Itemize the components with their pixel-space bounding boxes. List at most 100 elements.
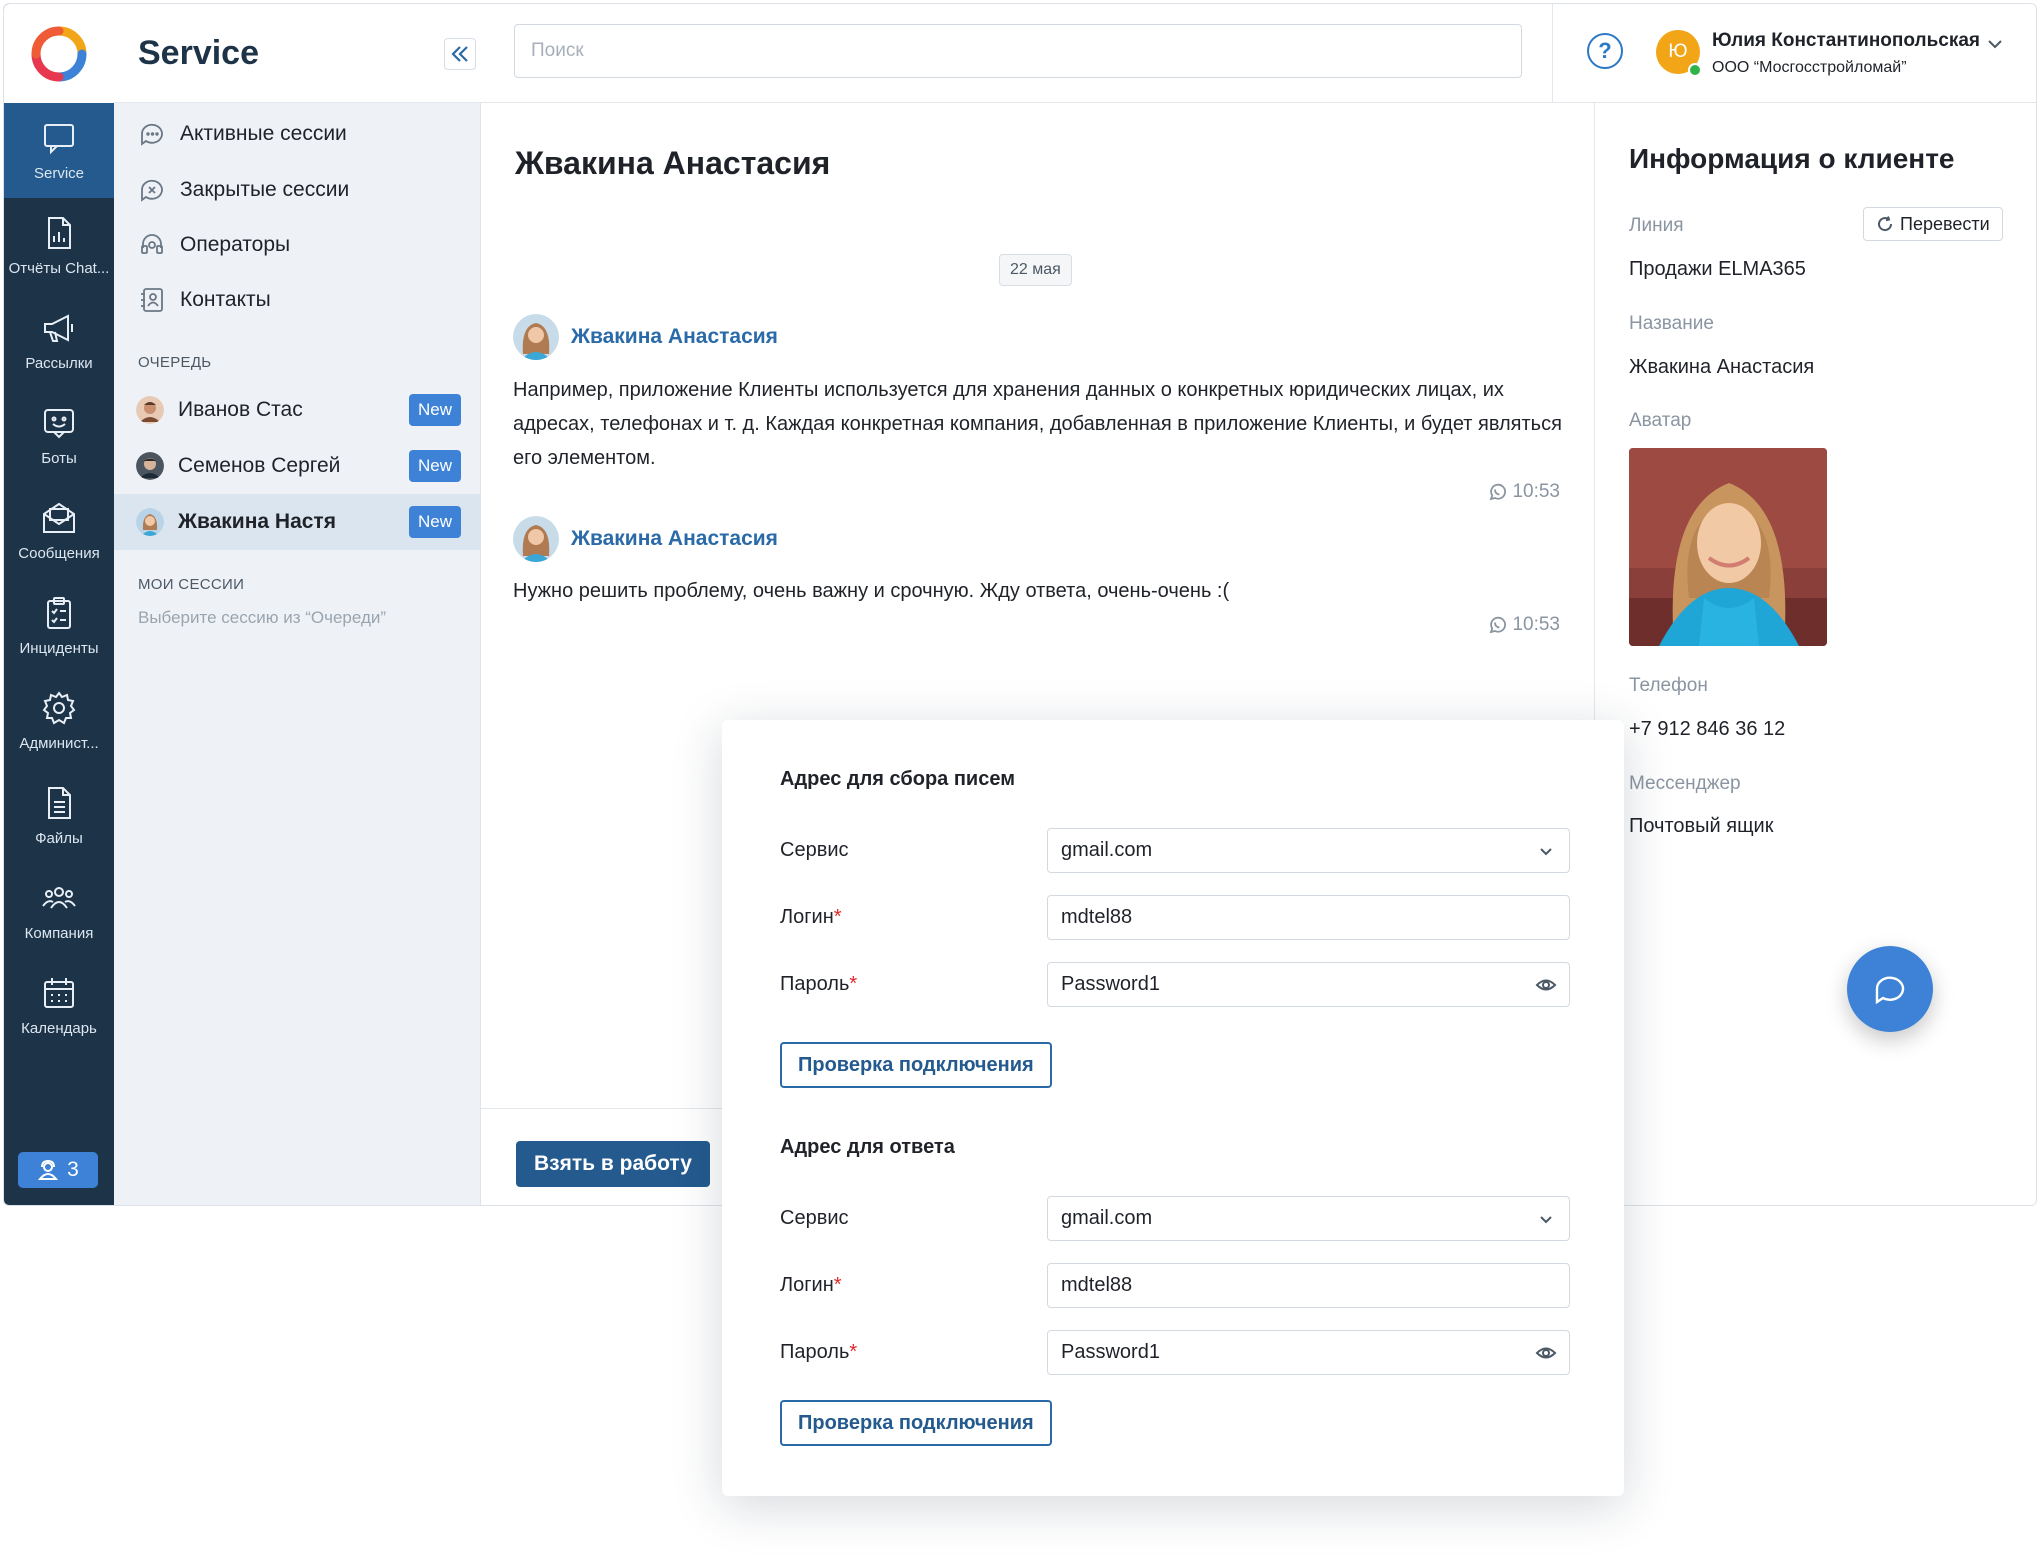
client-info-title: Информация о клиенте (1629, 143, 1955, 174)
app-logo[interactable] (4, 4, 114, 103)
search-input[interactable] (514, 24, 1522, 78)
outgoing-login-field[interactable]: mdtel88 (1047, 1263, 1570, 1308)
outgoing-login-label: Логин* (780, 1274, 842, 1297)
logo-icon (31, 26, 87, 81)
queue-item[interactable]: Иванов Стас New (114, 382, 481, 438)
rail-item-mailings[interactable]: Рассылки (4, 293, 114, 388)
input-value: Password1 (1061, 1341, 1160, 1363)
chat-bubble-icon (1875, 976, 1905, 1005)
line-value: Продажи ELMA365 (1629, 258, 1806, 280)
mail-settings-card: Адрес для сбора писем Сервис gmail.com Л… (722, 720, 1624, 1496)
eye-icon[interactable] (1535, 1342, 1557, 1364)
bot-icon (44, 409, 74, 439)
megaphone-icon (44, 314, 73, 342)
incoming-service-select[interactable]: gmail.com (1047, 828, 1570, 873)
input-value: mdtel88 (1061, 906, 1133, 928)
new-badge: New (408, 394, 461, 426)
avatar (136, 452, 164, 480)
nav-closed-sessions[interactable]: Закрытые сессии (138, 170, 349, 210)
sidebar-header: Service (114, 4, 481, 103)
message-author[interactable]: Жвакина Анастасия (571, 527, 778, 551)
input-value: Password1 (1061, 973, 1160, 995)
chevron-down-icon[interactable] (1985, 34, 2005, 54)
floating-chat-button[interactable] (1847, 946, 1933, 1032)
label-text: Пароль (780, 1341, 850, 1363)
client-photo (1629, 448, 1827, 646)
service-sidebar: Service Активные сессии Закрытые сессии … (114, 4, 481, 1205)
message-time-value: 10:53 (1512, 481, 1560, 502)
chat-closed-icon (141, 179, 163, 202)
nav-label: Закрытые сессии (180, 178, 350, 201)
chat-title: Жвакина Анастасия (515, 145, 831, 181)
avatar (136, 396, 164, 424)
message-author[interactable]: Жвакина Анастасия (571, 325, 778, 349)
check-connection-button[interactable]: Проверка подключения (780, 1400, 1052, 1446)
rail-item-label: Инциденты (19, 640, 99, 657)
operators-count: 3 (67, 1158, 79, 1181)
phone-label: Телефон (1629, 675, 1708, 696)
rail-item-label: Админист... (19, 735, 99, 752)
message-time: 10:53 (1488, 614, 1560, 636)
nav-active-sessions[interactable]: Активные сессии (138, 114, 347, 154)
rail-item-reports[interactable]: Отчёты Chat... (4, 198, 114, 293)
take-to-work-button[interactable]: Взять в работу (516, 1141, 710, 1187)
incoming-login-label: Логин* (780, 906, 842, 929)
eye-icon[interactable] (1535, 974, 1557, 996)
messenger-label: Мессенджер (1629, 773, 1741, 794)
help-icon[interactable]: ? (1587, 33, 1623, 69)
check-connection-button[interactable]: Проверка подключения (780, 1042, 1052, 1088)
message-text: Нужно решить проблему, очень важну и сро… (513, 580, 1230, 602)
incoming-password-label: Пароль* (780, 973, 857, 996)
collapse-sidebar-button[interactable] (444, 38, 476, 70)
rail-item-label: Рассылки (25, 355, 93, 372)
rail-item-admin[interactable]: Админист... (4, 673, 114, 768)
operators-online-badge[interactable]: 3 (18, 1152, 98, 1188)
rail-item-service[interactable]: Service (4, 103, 114, 198)
client-info-panel: Информация о клиенте Линия Перевести Про… (1594, 103, 2036, 1205)
nav-operators[interactable]: Операторы (138, 225, 290, 265)
input-value: mdtel88 (1061, 1274, 1133, 1296)
divider (1552, 4, 1553, 103)
whatsapp-icon (1490, 483, 1507, 501)
new-badge: New (408, 450, 461, 482)
name-value: Жвакина Анастасия (1629, 356, 1815, 378)
translate-button[interactable]: Перевести (1863, 207, 2003, 241)
rail-item-incidents[interactable]: Инциденты (4, 578, 114, 673)
label-text: Логин (780, 1274, 834, 1296)
gear-icon (42, 691, 76, 725)
rail-item-files[interactable]: Файлы (4, 768, 114, 863)
outgoing-heading: Адрес для ответа (780, 1136, 955, 1158)
message-time: 10:53 (1488, 481, 1560, 503)
required-mark: * (833, 1274, 842, 1296)
messenger-value: Почтовый ящик (1629, 815, 1774, 837)
queue-item[interactable]: Семенов Сергей New (114, 438, 481, 494)
outgoing-password-field[interactable]: Password1 (1047, 1330, 1570, 1375)
main-rail: Service Отчёты Chat... Рассылки Боты Соо… (4, 4, 114, 1205)
rail-item-bots[interactable]: Боты (4, 388, 114, 483)
chat-icon (44, 124, 74, 155)
required-mark: * (849, 1341, 858, 1363)
clipboard-icon (47, 597, 71, 629)
avatar (136, 508, 164, 536)
nav-contacts[interactable]: Контакты (138, 280, 271, 320)
incoming-login-field[interactable]: mdtel88 (1047, 895, 1570, 940)
chevron-down-icon (1540, 1216, 1552, 1224)
outgoing-service-select[interactable]: gmail.com (1047, 1196, 1570, 1241)
file-icon (48, 787, 71, 819)
rail-item-messages[interactable]: Сообщения (4, 483, 114, 578)
rail-item-label: Календарь (21, 1020, 97, 1037)
rail-item-label: Файлы (35, 830, 83, 847)
queue-item-selected[interactable]: Жвакина Настя New (114, 494, 481, 550)
rail-item-calendar[interactable]: Календарь (4, 958, 114, 1053)
message-time-value: 10:53 (1512, 614, 1560, 635)
rail-item-company[interactable]: Компания (4, 863, 114, 958)
translate-button-label: Перевести (1900, 213, 1990, 234)
my-sessions-section-label: МОИ СЕССИИ (138, 576, 245, 593)
incoming-password-field[interactable]: Password1 (1047, 962, 1570, 1007)
avatar (513, 314, 559, 360)
user-name[interactable]: Юлия Константинопольская (1712, 30, 1980, 52)
nav-label: Активные сессии (180, 122, 347, 145)
queue-item-name: Семенов Сергей (178, 454, 341, 477)
user-organization: ООО “Мосгосстройломай” (1712, 59, 1907, 76)
contact-book-icon (141, 288, 163, 312)
